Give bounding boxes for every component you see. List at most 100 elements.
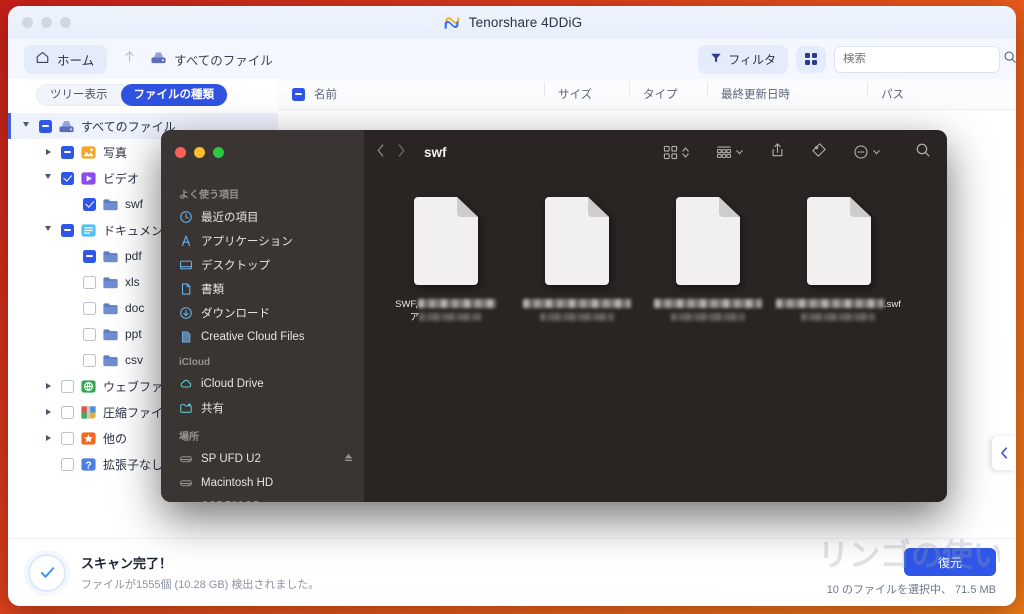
finder-titlebar: swf [161, 130, 947, 174]
other-icon [80, 430, 97, 447]
tree-checkbox[interactable] [61, 171, 74, 185]
tree-checkbox[interactable] [61, 145, 74, 159]
finder-file-item[interactable]: .swf [773, 196, 904, 324]
tree-checkbox[interactable] [83, 197, 96, 211]
tree-checkbox[interactable] [61, 457, 74, 471]
maximize-button[interactable] [60, 17, 71, 28]
funnel-icon [710, 52, 722, 67]
home-breadcrumb-button[interactable]: ホーム [24, 44, 108, 74]
caret-down-icon[interactable] [41, 226, 55, 234]
tree-checkbox[interactable] [61, 379, 74, 393]
caret-right-icon[interactable] [41, 149, 55, 155]
caret-down-icon[interactable] [19, 122, 33, 130]
minimize-button[interactable] [41, 17, 52, 28]
chevron-left-icon[interactable] [992, 436, 1016, 470]
finder-search-icon[interactable] [915, 142, 931, 163]
finder-sidebar-item-ダウンロード[interactable]: ダウンロード [161, 301, 364, 325]
selection-info: 10 のファイルを選択中、 71.5 MB [826, 584, 996, 596]
finder-sidebar-item-label: SP UFD U2 [201, 453, 261, 465]
select-all-checkbox[interactable] [292, 87, 305, 101]
eject-icon[interactable] [343, 452, 354, 466]
redacted-file-subtitle [539, 313, 614, 321]
tree-checkbox[interactable] [83, 275, 96, 289]
downloads-icon [179, 306, 193, 320]
arrow-up-icon[interactable] [123, 49, 136, 69]
tree-checkbox[interactable] [83, 353, 96, 367]
status-actions: 復元 10 のファイルを選択中、 71.5 MB [827, 548, 996, 597]
column-header-size[interactable]: サイズ [544, 82, 643, 102]
breadcrumb-all-files[interactable]: すべてのファイル [150, 50, 273, 69]
finder-sidebar-item-icloud-drive[interactable]: iCloud Drive [161, 372, 364, 396]
applications-icon [179, 234, 193, 248]
finder-sidebar-item-macintosh-hd[interactable]: Macintosh HD [161, 471, 364, 495]
window-controls [22, 17, 71, 28]
finder-share-icon[interactable] [770, 142, 785, 163]
grid-view-icon[interactable] [796, 45, 826, 73]
cloud-icon [179, 377, 193, 391]
tree-checkbox[interactable] [61, 431, 74, 445]
tree-checkbox[interactable] [83, 327, 96, 341]
caret-down-icon[interactable] [41, 174, 55, 182]
restore-button[interactable]: 復元 [904, 548, 996, 576]
view-mode-segmented-control[interactable]: ツリー表示 ファイルの種類 [36, 83, 228, 106]
tree-checkbox[interactable] [61, 223, 74, 237]
tree-checkbox[interactable] [39, 119, 52, 133]
finder-content-area[interactable]: SWF, ア .swf [364, 174, 947, 502]
tree-item-label: csv [125, 353, 143, 367]
finder-sidebar-item-sp-ufd-u2[interactable]: SP UFD U2 [161, 447, 364, 471]
caret-right-icon[interactable] [41, 435, 55, 441]
column-header-type[interactable]: タイプ [629, 82, 721, 102]
finder-file-item[interactable] [642, 196, 773, 324]
finder-sidebar-item-label: iCloud Drive [201, 378, 264, 390]
finder-icon-view-button[interactable] [663, 145, 690, 160]
generic-document-icon [673, 196, 743, 286]
tree-checkbox[interactable] [83, 301, 96, 315]
finder-sidebar-item-ssd500gb[interactable]: SSD500GB [161, 495, 364, 502]
documents-icon [179, 282, 193, 296]
tab-tree-view[interactable]: ツリー表示 [37, 84, 121, 106]
finder-body: よく使う項目 最近の項目 アプリケーション デスクトップ 書類 ダウンロード Creativ… [161, 174, 947, 502]
eject-icon[interactable] [343, 500, 354, 502]
finder-sidebar-item-アプリケーション[interactable]: アプリケーション [161, 229, 364, 253]
finder-file-item[interactable]: SWF, ア [380, 196, 511, 324]
file-icon [179, 330, 193, 344]
close-button[interactable] [22, 17, 33, 28]
finder-tag-icon[interactable] [811, 142, 827, 163]
generic-document-icon [411, 196, 481, 286]
drive-icon [58, 118, 75, 135]
finder-group-view-button[interactable] [716, 145, 744, 160]
finder-back-chevron-left-icon[interactable] [376, 143, 385, 161]
tree-checkbox[interactable] [61, 405, 74, 419]
video-icon [80, 170, 97, 187]
column-header-path[interactable]: パス [867, 82, 904, 102]
filter-label: フィルタ [728, 52, 776, 67]
breadcrumb-label: すべてのファイル [174, 53, 273, 68]
search-input[interactable] [843, 53, 997, 65]
column-header-name[interactable]: 名前 [314, 86, 558, 102]
tree-item-label: ビデオ [103, 171, 140, 186]
column-header-modified[interactable]: 最終更新日時 [707, 82, 881, 102]
sort-chevrons-icon [682, 146, 689, 158]
drive-icon [179, 452, 193, 466]
finder-sidebar-item-label: 書類 [201, 284, 224, 296]
finder-sidebar-item-デスクトップ[interactable]: デスクトップ [161, 253, 364, 277]
finder-file-item[interactable] [511, 196, 642, 324]
filter-button[interactable]: フィルタ [698, 44, 788, 74]
finder-sidebar-item-書類[interactable]: 書類 [161, 277, 364, 301]
caret-right-icon[interactable] [41, 383, 55, 389]
caret-right-icon[interactable] [41, 409, 55, 415]
finder-more-ellipsis-icon[interactable] [853, 144, 881, 160]
finder-minimize-button[interactable] [194, 146, 205, 158]
finder-window-controls [161, 130, 364, 174]
search-box[interactable] [834, 45, 1016, 73]
finder-sidebar-item-最近の項目[interactable]: 最近の項目 [161, 205, 364, 229]
finder-sidebar-item-共有[interactable]: 共有 [161, 396, 364, 420]
finder-close-button[interactable] [175, 146, 186, 158]
tab-file-type[interactable]: ファイルの種類 [120, 83, 227, 106]
finder-sidebar-item-creative-cloud-files[interactable]: Creative Cloud Files [161, 325, 364, 349]
finder-maximize-button[interactable] [213, 146, 224, 158]
tree-checkbox[interactable] [83, 249, 96, 263]
finder-forward-chevron-right-icon[interactable] [397, 143, 406, 161]
unknown-icon: ? [80, 456, 97, 473]
search-icon[interactable] [1003, 50, 1016, 69]
